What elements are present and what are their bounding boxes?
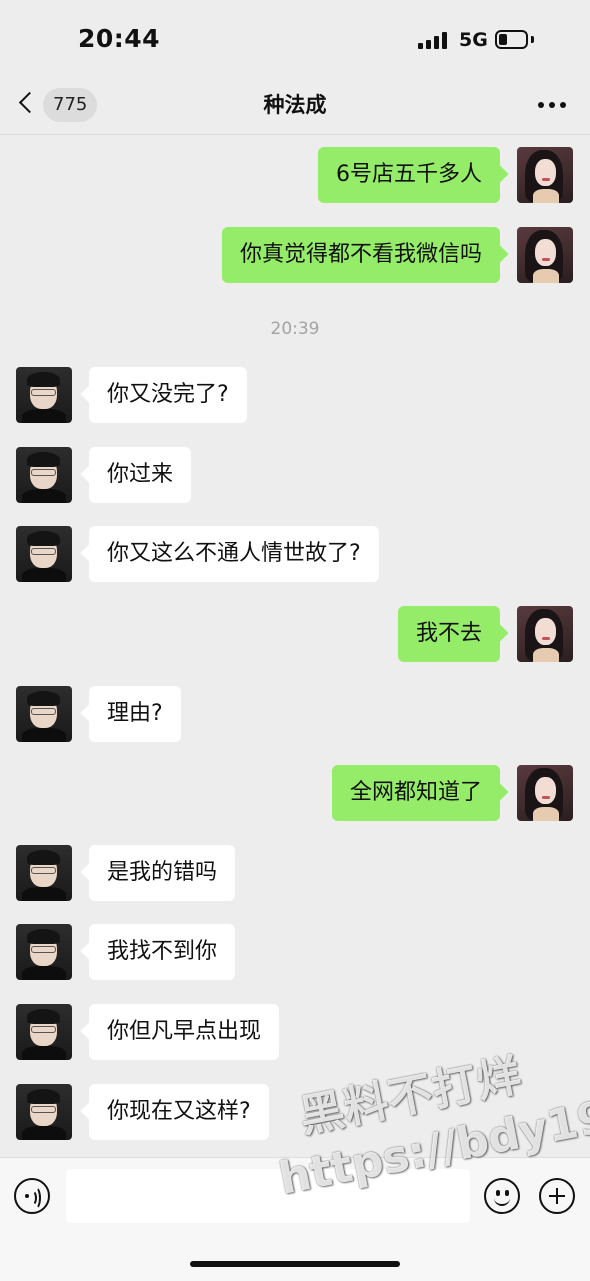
message-bubble-mine[interactable]: 我不去 xyxy=(397,606,500,662)
my-avatar[interactable] xyxy=(517,227,573,283)
message-input[interactable] xyxy=(66,1169,470,1223)
home-indicator xyxy=(190,1261,400,1267)
message-bubble-contact[interactable]: 是我的错吗 xyxy=(89,845,236,901)
status-time: 20:44 xyxy=(78,24,161,53)
contact-avatar[interactable] xyxy=(16,924,72,980)
contact-avatar[interactable] xyxy=(16,447,72,503)
message-bubble-contact[interactable]: 你现在又这样? xyxy=(89,1084,269,1140)
voice-input-button[interactable] xyxy=(14,1178,50,1214)
more-dot-icon xyxy=(549,102,555,108)
signal-icon xyxy=(418,32,450,49)
more-dot-icon xyxy=(560,102,566,108)
watermark-text: 黑料不打烊 xyxy=(295,1049,527,1143)
message-bubble-mine[interactable]: 全网都知道了 xyxy=(331,765,500,821)
message-bubble-contact[interactable]: 你过来 xyxy=(89,447,192,503)
emoji-button[interactable] xyxy=(484,1178,520,1214)
chat-header: 775 种法成 xyxy=(0,78,590,135)
more-options-button[interactable] xyxy=(536,95,568,115)
contact-avatar[interactable] xyxy=(16,1084,72,1140)
message-bubble-contact[interactable]: 我找不到你 xyxy=(89,924,236,980)
my-avatar[interactable] xyxy=(517,606,573,662)
my-avatar[interactable] xyxy=(517,147,573,203)
more-functions-button[interactable] xyxy=(539,1178,575,1214)
message-bubble-mine[interactable]: 你真觉得都不看我微信吗 xyxy=(221,227,500,283)
message-timestamp: 20:39 xyxy=(270,319,320,339)
contact-avatar[interactable] xyxy=(16,367,72,423)
network-type: 5G xyxy=(459,29,488,51)
message-bubble-mine[interactable]: 6号店五千多人 xyxy=(318,147,500,203)
contact-avatar[interactable] xyxy=(16,526,72,582)
message-bubble-contact[interactable]: 你又这么不通人情世故了? xyxy=(89,526,379,582)
battery-cap xyxy=(531,36,534,43)
message-bubble-contact[interactable]: 理由? xyxy=(89,686,181,742)
chat-title: 种法成 xyxy=(263,93,327,117)
more-dot-icon xyxy=(538,102,544,108)
contact-avatar[interactable] xyxy=(16,1004,72,1060)
contact-avatar[interactable] xyxy=(16,686,72,742)
contact-avatar[interactable] xyxy=(16,845,72,901)
my-avatar[interactable] xyxy=(517,765,573,821)
message-bubble-contact[interactable]: 你但凡早点出现 xyxy=(89,1004,280,1060)
message-bubble-contact[interactable]: 你又没完了? xyxy=(89,367,247,423)
status-bar: 20:44 5G xyxy=(0,0,590,78)
battery-icon xyxy=(495,30,528,49)
